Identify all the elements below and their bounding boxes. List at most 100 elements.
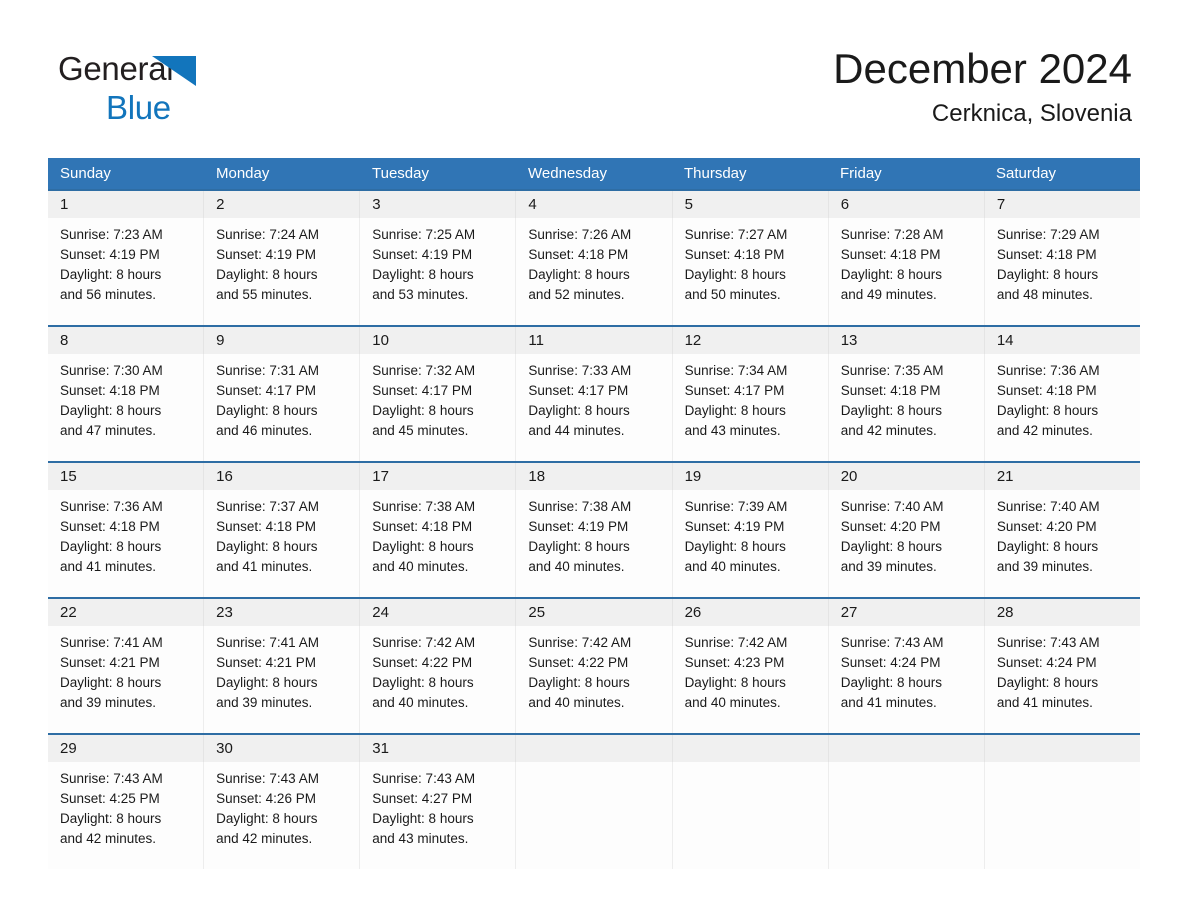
day-number-empty <box>985 735 1140 762</box>
day-cell[interactable]: Sunrise: 7:33 AM Sunset: 4:17 PM Dayligh… <box>516 354 673 461</box>
day-number[interactable]: 18 <box>516 463 673 490</box>
day-cell[interactable]: Sunrise: 7:43 AM Sunset: 4:25 PM Dayligh… <box>48 762 205 869</box>
day-number[interactable]: 23 <box>204 599 361 626</box>
day-cell[interactable]: Sunrise: 7:25 AM Sunset: 4:19 PM Dayligh… <box>360 218 517 325</box>
sunrise-text: Sunrise: 7:31 AM <box>216 363 319 378</box>
daylight-text-line1: Daylight: 8 hours <box>684 539 786 554</box>
day-cell[interactable]: Sunrise: 7:42 AM Sunset: 4:23 PM Dayligh… <box>673 626 829 733</box>
day-number[interactable]: 19 <box>673 463 829 490</box>
sunset-text: Sunset: 4:17 PM <box>216 383 316 398</box>
day-number[interactable]: 25 <box>516 599 673 626</box>
day-number[interactable]: 21 <box>985 463 1140 490</box>
day-number[interactable]: 24 <box>360 599 517 626</box>
daylight-text-line1: Daylight: 8 hours <box>528 403 630 418</box>
day-number[interactable]: 4 <box>516 191 673 218</box>
day-number[interactable]: 5 <box>673 191 829 218</box>
calendar-week-row: 8 9 10 11 12 13 14 Sunrise: 7:30 AM Suns… <box>48 325 1140 461</box>
day-cell[interactable]: Sunrise: 7:34 AM Sunset: 4:17 PM Dayligh… <box>673 354 829 461</box>
daylight-text-line2: and 49 minutes. <box>840 287 937 302</box>
logo-text-blue: Blue <box>106 89 171 126</box>
day-cell[interactable]: Sunrise: 7:43 AM Sunset: 4:27 PM Dayligh… <box>360 762 517 869</box>
day-cell[interactable]: Sunrise: 7:39 AM Sunset: 4:19 PM Dayligh… <box>673 490 829 597</box>
day-cell[interactable]: Sunrise: 7:27 AM Sunset: 4:18 PM Dayligh… <box>673 218 829 325</box>
day-cell[interactable]: Sunrise: 7:42 AM Sunset: 4:22 PM Dayligh… <box>516 626 673 733</box>
day-number[interactable]: 29 <box>48 735 205 762</box>
sunrise-text: Sunrise: 7:43 AM <box>60 771 163 786</box>
day-cell[interactable]: Sunrise: 7:28 AM Sunset: 4:18 PM Dayligh… <box>829 218 985 325</box>
day-number-band: 22 23 24 25 26 27 28 <box>48 599 1140 626</box>
day-number[interactable]: 17 <box>360 463 517 490</box>
sunrise-text: Sunrise: 7:43 AM <box>840 635 944 650</box>
sunrise-text: Sunrise: 7:23 AM <box>60 227 163 242</box>
day-cell[interactable]: Sunrise: 7:37 AM Sunset: 4:18 PM Dayligh… <box>204 490 361 597</box>
sunset-text: Sunset: 4:21 PM <box>216 655 316 670</box>
daylight-text-line2: and 43 minutes. <box>372 831 469 846</box>
day-cell[interactable]: Sunrise: 7:36 AM Sunset: 4:18 PM Dayligh… <box>48 490 205 597</box>
day-cell[interactable]: Sunrise: 7:32 AM Sunset: 4:17 PM Dayligh… <box>360 354 517 461</box>
generalblue-logo[interactable]: General Blue <box>58 52 278 124</box>
daylight-text-line2: and 42 minutes. <box>60 831 157 846</box>
day-number[interactable]: 9 <box>204 327 361 354</box>
day-number[interactable]: 8 <box>48 327 205 354</box>
day-cell[interactable]: Sunrise: 7:41 AM Sunset: 4:21 PM Dayligh… <box>48 626 205 733</box>
calendar-page: General Blue December 2024 Cerknica, Slo… <box>0 0 1188 918</box>
day-number[interactable]: 1 <box>48 191 205 218</box>
day-number[interactable]: 10 <box>360 327 517 354</box>
daylight-text-line1: Daylight: 8 hours <box>372 267 474 282</box>
day-cell[interactable]: Sunrise: 7:41 AM Sunset: 4:21 PM Dayligh… <box>204 626 361 733</box>
day-detail-row: Sunrise: 7:30 AM Sunset: 4:18 PM Dayligh… <box>48 354 1140 461</box>
day-cell[interactable]: Sunrise: 7:30 AM Sunset: 4:18 PM Dayligh… <box>48 354 205 461</box>
day-cell[interactable]: Sunrise: 7:36 AM Sunset: 4:18 PM Dayligh… <box>985 354 1140 461</box>
sunrise-text: Sunrise: 7:40 AM <box>996 499 1100 514</box>
calendar-week-row: 22 23 24 25 26 27 28 Sunrise: 7:41 AM Su… <box>48 597 1140 733</box>
day-number[interactable]: 11 <box>516 327 673 354</box>
day-number[interactable]: 27 <box>829 599 985 626</box>
day-number[interactable]: 22 <box>48 599 205 626</box>
day-cell[interactable]: Sunrise: 7:40 AM Sunset: 4:20 PM Dayligh… <box>985 490 1140 597</box>
sunrise-text: Sunrise: 7:27 AM <box>684 227 788 242</box>
day-number[interactable]: 31 <box>360 735 517 762</box>
sunrise-text: Sunrise: 7:42 AM <box>684 635 788 650</box>
day-number[interactable]: 26 <box>673 599 829 626</box>
day-cell[interactable]: Sunrise: 7:43 AM Sunset: 4:24 PM Dayligh… <box>985 626 1140 733</box>
daylight-text-line2: and 47 minutes. <box>60 423 157 438</box>
day-cell-empty <box>829 762 985 869</box>
day-number[interactable]: 3 <box>360 191 517 218</box>
day-number[interactable]: 15 <box>48 463 205 490</box>
day-cell[interactable]: Sunrise: 7:23 AM Sunset: 4:19 PM Dayligh… <box>48 218 205 325</box>
day-cell[interactable]: Sunrise: 7:43 AM Sunset: 4:26 PM Dayligh… <box>204 762 361 869</box>
sunset-text: Sunset: 4:18 PM <box>216 519 316 534</box>
page-title: December 2024 <box>833 45 1132 92</box>
day-number[interactable]: 6 <box>829 191 985 218</box>
day-cell[interactable]: Sunrise: 7:40 AM Sunset: 4:20 PM Dayligh… <box>829 490 985 597</box>
day-number[interactable]: 16 <box>204 463 361 490</box>
day-detail-row: Sunrise: 7:41 AM Sunset: 4:21 PM Dayligh… <box>48 626 1140 733</box>
daylight-text-line1: Daylight: 8 hours <box>840 403 943 418</box>
day-number[interactable]: 28 <box>985 599 1140 626</box>
day-cell[interactable]: Sunrise: 7:35 AM Sunset: 4:18 PM Dayligh… <box>829 354 985 461</box>
day-number[interactable]: 13 <box>829 327 985 354</box>
sunrise-text: Sunrise: 7:42 AM <box>372 635 476 650</box>
day-number[interactable]: 2 <box>204 191 361 218</box>
day-number[interactable]: 12 <box>673 327 829 354</box>
daylight-text-line1: Daylight: 8 hours <box>60 267 162 282</box>
sunset-text: Sunset: 4:22 PM <box>528 655 629 670</box>
day-number[interactable]: 30 <box>204 735 361 762</box>
sunset-text: Sunset: 4:18 PM <box>840 247 941 262</box>
sunrise-text: Sunrise: 7:30 AM <box>60 363 163 378</box>
day-number[interactable]: 20 <box>829 463 985 490</box>
daylight-text-line1: Daylight: 8 hours <box>684 675 786 690</box>
day-number[interactable]: 14 <box>985 327 1140 354</box>
day-cell[interactable]: Sunrise: 7:38 AM Sunset: 4:18 PM Dayligh… <box>360 490 517 597</box>
day-number[interactable]: 7 <box>985 191 1140 218</box>
daylight-text-line1: Daylight: 8 hours <box>216 539 318 554</box>
day-cell[interactable]: Sunrise: 7:26 AM Sunset: 4:18 PM Dayligh… <box>516 218 673 325</box>
day-cell[interactable]: Sunrise: 7:24 AM Sunset: 4:19 PM Dayligh… <box>204 218 361 325</box>
day-cell[interactable]: Sunrise: 7:43 AM Sunset: 4:24 PM Dayligh… <box>829 626 985 733</box>
sunset-text: Sunset: 4:19 PM <box>684 519 785 534</box>
day-cell[interactable]: Sunrise: 7:29 AM Sunset: 4:18 PM Dayligh… <box>985 218 1140 325</box>
day-cell[interactable]: Sunrise: 7:38 AM Sunset: 4:19 PM Dayligh… <box>516 490 673 597</box>
day-cell[interactable]: Sunrise: 7:31 AM Sunset: 4:17 PM Dayligh… <box>204 354 361 461</box>
sunrise-text: Sunrise: 7:38 AM <box>528 499 632 514</box>
day-cell[interactable]: Sunrise: 7:42 AM Sunset: 4:22 PM Dayligh… <box>360 626 517 733</box>
